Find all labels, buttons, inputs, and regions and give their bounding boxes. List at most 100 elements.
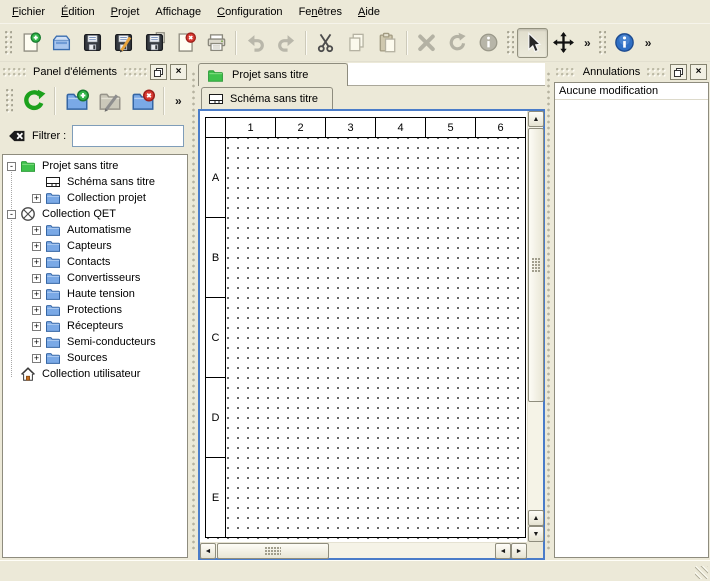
tree-expander-minus[interactable]: - bbox=[7, 162, 16, 171]
tree-expander-plus[interactable]: + bbox=[32, 306, 41, 315]
elements-tree[interactable]: -Projet sans titreSchéma sans titre+Coll… bbox=[2, 154, 188, 558]
select-mode-button[interactable] bbox=[517, 28, 548, 58]
tree-item-semi-conducteurs[interactable]: +Semi-conducteurs bbox=[3, 334, 187, 350]
toolbar-drag-handle[interactable] bbox=[5, 31, 12, 55]
close-document-button[interactable] bbox=[170, 28, 201, 58]
tree-expander-plus[interactable]: + bbox=[32, 242, 41, 251]
scroll-up-button[interactable]: ▲ bbox=[528, 111, 544, 127]
float-panel-button[interactable] bbox=[670, 64, 687, 80]
close-panel-button[interactable]: × bbox=[170, 64, 187, 80]
tree-expander-plus[interactable]: + bbox=[32, 322, 41, 331]
schema-view: 123456ABCDE ▲ ▲ ▼ ◄ ◄ ► bbox=[198, 109, 545, 560]
statusbar bbox=[0, 560, 710, 581]
menu-fenetres[interactable]: Fenêtres bbox=[291, 3, 350, 21]
print-button[interactable] bbox=[201, 28, 232, 58]
menu-fichier[interactable]: Fichier bbox=[4, 3, 53, 21]
toolbar-drag-handle[interactable] bbox=[6, 89, 13, 113]
schema-icon bbox=[208, 91, 224, 107]
save-button[interactable] bbox=[77, 28, 108, 58]
delete-selection-button[interactable] bbox=[411, 28, 442, 58]
menu-configuration[interactable]: Configuration bbox=[209, 3, 290, 21]
left-splitter[interactable] bbox=[190, 62, 198, 560]
right-splitter[interactable] bbox=[545, 62, 553, 560]
tree-item-collection-qet[interactable]: -Collection QET bbox=[3, 206, 187, 222]
tree-expander-plus[interactable]: + bbox=[32, 274, 41, 283]
rotate-selection-button[interactable] bbox=[442, 28, 473, 58]
save-as-button[interactable] bbox=[108, 28, 139, 58]
tree-item-automatisme[interactable]: +Automatisme bbox=[3, 222, 187, 238]
column-header-6: 6 bbox=[476, 118, 526, 138]
tree-item-protections[interactable]: +Protections bbox=[3, 302, 187, 318]
undo-item-no-modification[interactable]: Aucune modification bbox=[555, 83, 708, 100]
tree-expander-plus[interactable]: + bbox=[32, 226, 41, 235]
new-category-button[interactable] bbox=[61, 85, 92, 117]
horizontal-scrollbar[interactable]: ◄ ◄ ► bbox=[200, 542, 527, 558]
vertical-scrollbar[interactable]: ▲ ▲ ▼ bbox=[527, 111, 543, 542]
scroll-right-button[interactable]: ► bbox=[511, 543, 527, 559]
tree-expander-plus[interactable]: + bbox=[32, 258, 41, 267]
clear-filter-icon[interactable] bbox=[8, 127, 26, 145]
cut-button[interactable] bbox=[310, 28, 341, 58]
menu-edition[interactable]: Édition bbox=[53, 3, 103, 21]
toolbar-overflow-button[interactable]: » bbox=[170, 94, 187, 108]
new-document-button[interactable] bbox=[15, 28, 46, 58]
toolbar-drag-handle[interactable] bbox=[599, 31, 606, 55]
tree-item-convertisseurs[interactable]: +Convertisseurs bbox=[3, 270, 187, 286]
undo-list[interactable]: Aucune modification bbox=[554, 82, 709, 558]
toolbar-overflow-button[interactable]: » bbox=[579, 36, 596, 50]
toolbar-overflow-button[interactable]: » bbox=[640, 36, 657, 50]
project-view: Projet sans titre Schéma sans titre 1234… bbox=[198, 62, 545, 560]
size-grip[interactable] bbox=[695, 566, 708, 579]
tree-expander-plus[interactable]: + bbox=[32, 290, 41, 299]
diagram-grid-area[interactable] bbox=[226, 138, 526, 538]
float-panel-button[interactable] bbox=[150, 64, 167, 80]
tree-item-label: Contacts bbox=[67, 256, 110, 268]
menu-projet[interactable]: Projet bbox=[103, 3, 148, 21]
tree-item-schema-sans-titre[interactable]: Schéma sans titre bbox=[3, 174, 187, 190]
delete-category-button[interactable] bbox=[127, 85, 158, 117]
paste-button[interactable] bbox=[372, 28, 403, 58]
redo-button[interactable] bbox=[271, 28, 302, 58]
project-folder-icon bbox=[207, 67, 224, 84]
tree-item-capteurs[interactable]: +Capteurs bbox=[3, 238, 187, 254]
row-header-E: E bbox=[206, 458, 226, 538]
scroll-left-button[interactable]: ◄ bbox=[200, 543, 216, 559]
tree-expander-plus[interactable]: + bbox=[32, 338, 41, 347]
toolbar-drag-handle[interactable] bbox=[507, 31, 514, 55]
close-panel-button[interactable]: × bbox=[690, 64, 707, 80]
tree-indent bbox=[7, 370, 16, 379]
tree-item-contacts[interactable]: + Contacts bbox=[3, 254, 187, 270]
element-infos-button[interactable] bbox=[473, 28, 504, 58]
tree-item-haute-tension[interactable]: +Haute tension bbox=[3, 286, 187, 302]
tab-projet-sans-titre[interactable]: Projet sans titre bbox=[198, 63, 348, 86]
folder-blue-icon bbox=[45, 238, 62, 254]
tree-item-collection-utilisateur[interactable]: Collection utilisateur bbox=[3, 366, 187, 382]
tree-item-collection-projet[interactable]: +Collection projet bbox=[3, 190, 187, 206]
tree-item-label: Sources bbox=[67, 352, 107, 364]
save-all-button[interactable] bbox=[139, 28, 170, 58]
copy-button[interactable] bbox=[341, 28, 372, 58]
undo-button[interactable] bbox=[240, 28, 271, 58]
tree-expander-minus[interactable]: - bbox=[7, 210, 16, 219]
edit-category-button[interactable] bbox=[94, 85, 125, 117]
tree-item-projet-sans-titre[interactable]: -Projet sans titre bbox=[3, 158, 187, 174]
menu-affichage[interactable]: Affichage bbox=[147, 3, 209, 21]
tree-expander-plus[interactable]: + bbox=[32, 194, 41, 203]
elements-panel: Panel d'éléments × » Filtrer : -Projet s… bbox=[0, 62, 190, 560]
scroll-left-button-2[interactable]: ◄ bbox=[495, 543, 511, 559]
open-document-button[interactable] bbox=[46, 28, 77, 58]
about-qet-button[interactable] bbox=[609, 28, 640, 58]
menu-aide[interactable]: Aide bbox=[350, 3, 388, 21]
scroll-down-button[interactable]: ▼ bbox=[528, 526, 544, 542]
tree-expander-plus[interactable]: + bbox=[32, 354, 41, 363]
tree-item-recepteurs[interactable]: +Récepteurs bbox=[3, 318, 187, 334]
pan-mode-button[interactable] bbox=[548, 28, 579, 58]
diagram-canvas[interactable]: 123456ABCDE bbox=[200, 111, 527, 542]
filter-input[interactable] bbox=[72, 125, 184, 147]
reload-collections-button[interactable] bbox=[18, 85, 49, 117]
horizontal-scroll-thumb[interactable] bbox=[217, 543, 329, 559]
scroll-up-button-2[interactable]: ▲ bbox=[528, 510, 544, 526]
tree-item-sources[interactable]: + Sources bbox=[3, 350, 187, 366]
vertical-scroll-thumb[interactable] bbox=[528, 128, 544, 402]
tab-schema-sans-titre[interactable]: Schéma sans titre bbox=[201, 87, 333, 109]
